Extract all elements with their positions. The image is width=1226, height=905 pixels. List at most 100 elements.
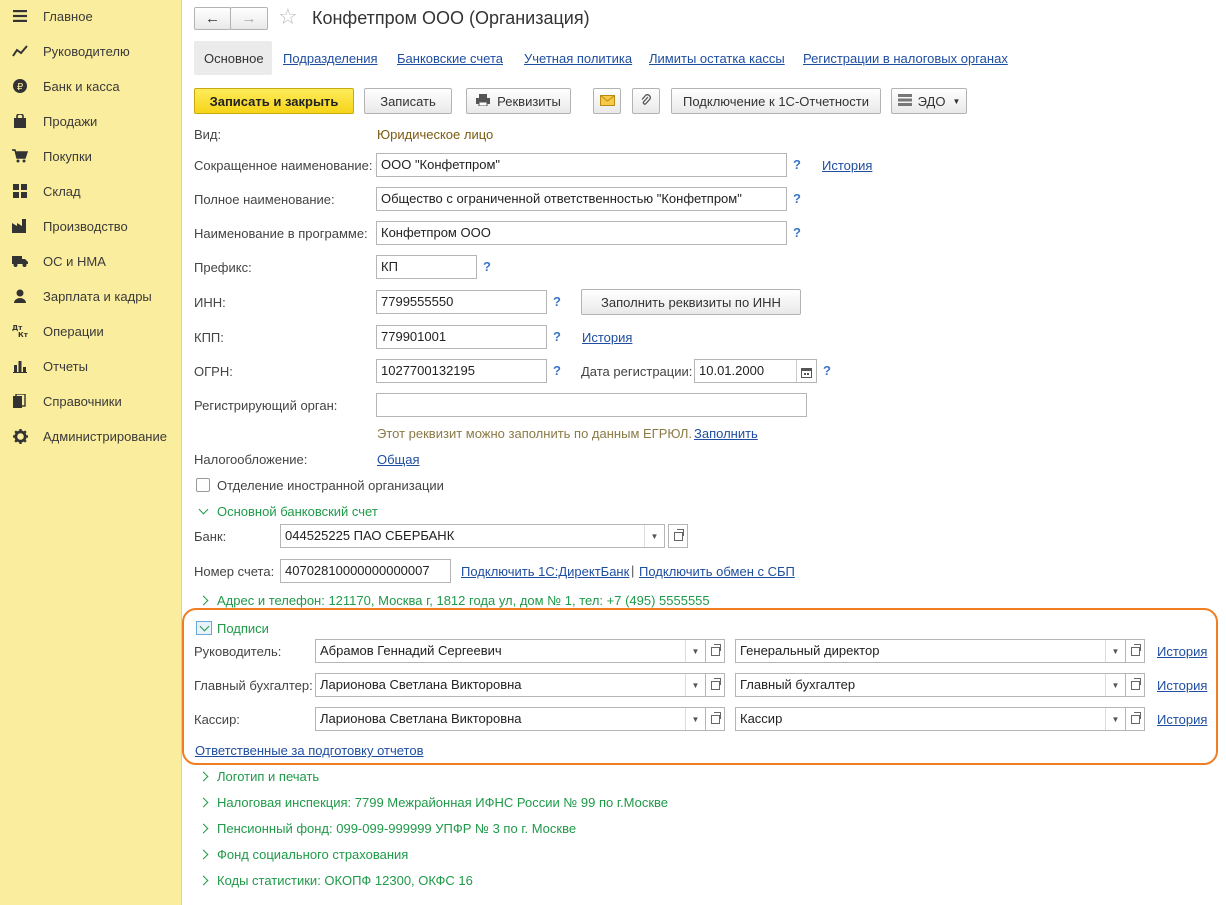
help-icon[interactable]: ? (553, 329, 561, 344)
save-close-button[interactable]: Записать и закрыть (194, 88, 354, 114)
chevron-right-icon (198, 797, 209, 808)
bank-section-toggle[interactable]: Основной банковский счет (196, 504, 378, 519)
chevron-down-icon[interactable]: ▼ (1105, 640, 1125, 662)
kpp-history-link[interactable]: История (582, 330, 632, 345)
calendar-icon[interactable] (796, 360, 816, 382)
cashier-position-select[interactable]: Кассир ▼ (735, 707, 1126, 731)
sidebar-item-production[interactable]: Производство (0, 212, 181, 240)
forward-button[interactable]: → (230, 7, 268, 30)
tab-bank-accounts[interactable]: Банковские счета (397, 51, 503, 66)
sidebar-item-salary[interactable]: Зарплата и кадры (0, 282, 181, 310)
save-button[interactable]: Записать (364, 88, 452, 114)
sidebar-item-bank[interactable]: ₽ Банк и касса (0, 72, 181, 100)
tax-inspection-section-toggle[interactable]: Налоговая инспекция: 7799 Межрайонная ИФ… (196, 795, 668, 810)
social-insurance-section-toggle[interactable]: Фонд социального страхования (196, 847, 408, 862)
help-icon[interactable]: ? (483, 259, 491, 274)
reg-date-input[interactable]: 10.01.2000 (694, 359, 817, 383)
svg-text:₽: ₽ (17, 82, 24, 93)
cashier-history-link[interactable]: История (1157, 712, 1207, 727)
chief-accountant-position-select[interactable]: Главный бухгалтер ▼ (735, 673, 1126, 697)
cashier-select[interactable]: Ларионова Светлана Викторовна ▼ (315, 707, 706, 731)
chevron-down-icon[interactable]: ▼ (685, 708, 705, 730)
foreign-branch-checkbox[interactable] (196, 478, 210, 492)
star-icon[interactable]: ☆ (278, 4, 298, 30)
connect-reporting-button[interactable]: Подключение к 1С-Отчетности (671, 88, 881, 114)
tab-cash-limits[interactable]: Лимиты остатка кассы (649, 51, 785, 66)
director-open-button[interactable] (705, 639, 725, 663)
connect-sbp-link[interactable]: Подключить обмен с СБП (639, 564, 795, 579)
help-icon[interactable]: ? (553, 294, 561, 309)
chief-accountant-open-button[interactable] (705, 673, 725, 697)
attach-button[interactable] (632, 88, 660, 114)
bank-select[interactable]: 044525225 ПАО СБЕРБАНК ▼ (280, 524, 665, 548)
fill-by-inn-button[interactable]: Заполнить реквизиты по ИНН (581, 289, 801, 315)
chevron-down-icon[interactable]: ▼ (644, 525, 664, 547)
stat-codes-section-toggle[interactable]: Коды статистики: ОКОПФ 12300, ОКФС 16 (196, 873, 473, 888)
chevron-down-icon[interactable]: ▼ (685, 674, 705, 696)
sidebar-item-main[interactable]: Главное (0, 2, 181, 30)
help-icon[interactable]: ? (793, 157, 801, 172)
sidebar-item-assets[interactable]: ОС и НМА (0, 247, 181, 275)
logo-section-toggle[interactable]: Логотип и печать (196, 769, 319, 784)
requisites-label: Реквизиты (497, 93, 561, 109)
address-section-toggle[interactable]: Адрес и телефон: 121170, Москва г, 1812 … (196, 593, 710, 608)
edo-button[interactable]: ЭДО ▼ (891, 88, 967, 114)
pension-fund-section-toggle[interactable]: Пенсионный фонд: 099-099-999999 УПФР № 3… (196, 821, 576, 836)
tab-main[interactable]: Основное (204, 51, 264, 66)
director-select[interactable]: Абрамов Геннадий Сергеевич ▼ (315, 639, 706, 663)
director-position-select[interactable]: Генеральный директор ▼ (735, 639, 1126, 663)
cart-icon (12, 148, 28, 164)
signatures-section-toggle[interactable]: Подписи (196, 619, 269, 636)
sidebar-item-purchases[interactable]: Покупки (0, 142, 181, 170)
chief-accountant-select[interactable]: Ларионова Светлана Викторовна ▼ (315, 673, 706, 697)
open-icon (710, 643, 721, 656)
sidebar-item-references[interactable]: Справочники (0, 387, 181, 415)
chevron-down-icon[interactable]: ▼ (1105, 708, 1125, 730)
account-input[interactable]: 40702810000000000007 (280, 559, 451, 583)
back-button[interactable]: ← (194, 7, 231, 30)
help-icon[interactable]: ? (553, 363, 561, 378)
cashier-open-button[interactable] (705, 707, 725, 731)
chief-accountant-position-open-button[interactable] (1125, 673, 1145, 697)
chevron-down-icon[interactable]: ▼ (685, 640, 705, 662)
inn-input[interactable]: 7799555550 (376, 290, 547, 314)
help-icon[interactable]: ? (793, 191, 801, 206)
reg-org-input[interactable] (376, 393, 807, 417)
chief-accountant-history-link[interactable]: История (1157, 678, 1207, 693)
sidebar-item-reports[interactable]: Отчеты (0, 352, 181, 380)
sidebar: Главное Руководителю ₽ Банк и касса Прод… (0, 0, 182, 905)
full-name-input[interactable]: Общество с ограниченной ответственностью… (376, 187, 787, 211)
email-button[interactable] (593, 88, 621, 114)
section-title: Коды статистики: ОКОПФ 12300, ОКФС 16 (217, 873, 473, 888)
director-position-open-button[interactable] (1125, 639, 1145, 663)
egrul-fill-link[interactable]: Заполнить (694, 426, 758, 441)
chevron-down-icon[interactable]: ▼ (1105, 674, 1125, 696)
tab-tax-registrations[interactable]: Регистрации в налоговых органах (803, 51, 1008, 66)
requisites-button[interactable]: Реквизиты (466, 88, 571, 114)
cashier-value: Ларионова Светлана Викторовна (320, 711, 522, 726)
sidebar-item-sales[interactable]: Продажи (0, 107, 181, 135)
director-history-link[interactable]: История (1157, 644, 1207, 659)
sidebar-item-warehouse[interactable]: Склад (0, 177, 181, 205)
arrow-left-icon: ← (205, 10, 220, 27)
tab-accounting-policy[interactable]: Учетная политика (524, 51, 632, 66)
sidebar-item-operations[interactable]: Дт Кт Операции (0, 317, 181, 345)
sidebar-item-admin[interactable]: Администрирование (0, 422, 181, 450)
sidebar-item-manager[interactable]: Руководителю (0, 37, 181, 65)
responsible-reports-link[interactable]: Ответственные за подготовку отчетов (195, 743, 424, 758)
connect-directbank-link[interactable]: Подключить 1С:ДиректБанк (461, 564, 629, 579)
kpp-input[interactable]: 779901001 (376, 325, 547, 349)
cashier-position-open-button[interactable] (1125, 707, 1145, 731)
bank-open-button[interactable] (668, 524, 688, 548)
program-name-input[interactable]: Конфетпром ООО (376, 221, 787, 245)
taxation-link[interactable]: Общая (377, 452, 420, 467)
tab-subdivisions[interactable]: Подразделения (283, 51, 378, 66)
signatures-section-title: Подписи (217, 621, 269, 636)
help-icon[interactable]: ? (823, 363, 831, 378)
short-name-history-link[interactable]: История (822, 158, 872, 173)
ogrn-input[interactable]: 1027700132195 (376, 359, 547, 383)
chief-accountant-position-value: Главный бухгалтер (740, 677, 856, 692)
prefix-input[interactable]: КП (376, 255, 477, 279)
help-icon[interactable]: ? (793, 225, 801, 240)
short-name-input[interactable]: ООО "Конфетпром" (376, 153, 787, 177)
